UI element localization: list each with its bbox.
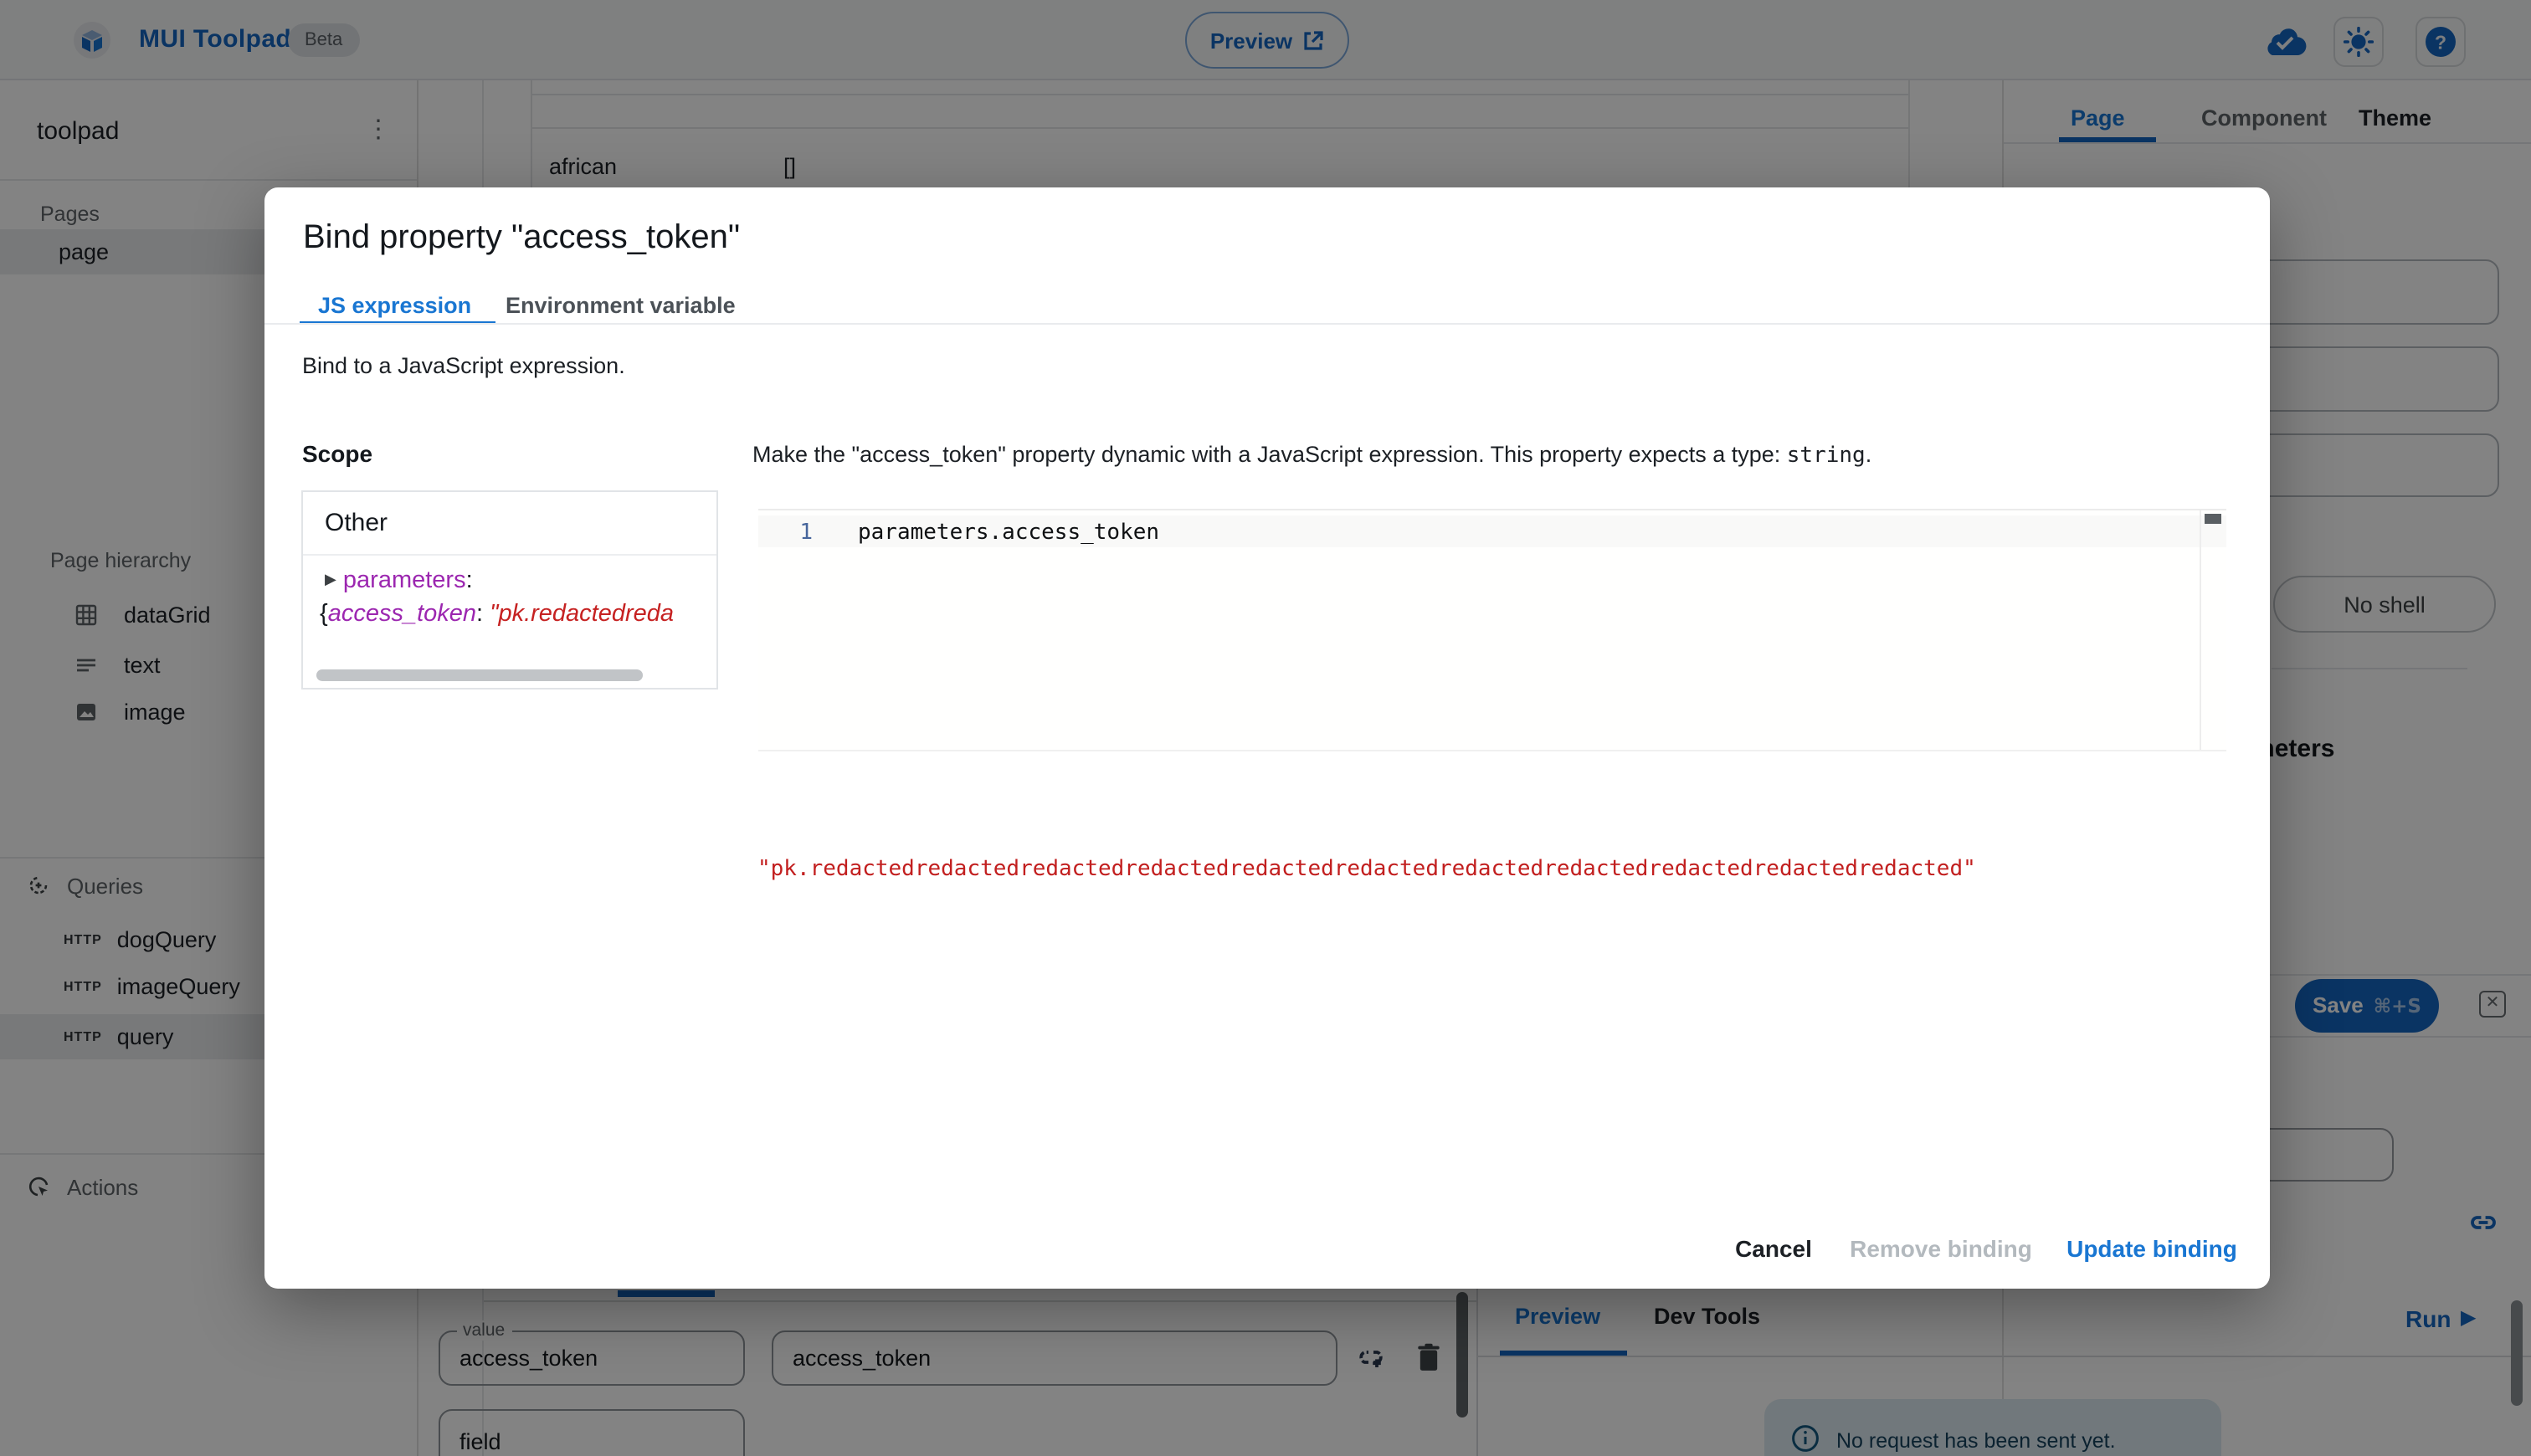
scope-key: parameters — [342, 567, 466, 593]
scope-colon: : — [465, 567, 473, 593]
tab-environment-variable-label: Environment variable — [506, 292, 736, 317]
dialog-title: Bind property "access_token" — [303, 219, 741, 256]
scope-other-label: Other — [325, 508, 388, 536]
editor-scrollbar-track — [2199, 510, 2200, 749]
js-expression-editor[interactable]: 1 parameters.access_token — [757, 509, 2226, 751]
toolpad-app: MUI Toolpad Beta Preview ? toolpad ⋮ Pag… — [0, 0, 2531, 1456]
remove-binding-button-label: Remove binding — [1850, 1235, 2032, 1262]
scope-divider — [303, 554, 716, 556]
instruction-period: . — [1865, 442, 1872, 467]
cancel-button-label: Cancel — [1735, 1235, 1812, 1262]
dialog-description: Bind to a JavaScript expression. — [302, 353, 625, 378]
dialog-instruction: Make the "access_token" property dynamic… — [752, 442, 1871, 469]
expand-arrow-icon: ▶ — [325, 570, 336, 587]
scope-colon: : — [476, 600, 484, 627]
bind-property-dialog: Bind property "access_token" JS expressi… — [264, 187, 2269, 1289]
instruction-text: Make the "access_token" property dynamic… — [752, 442, 1787, 467]
evaluation-result: "pk.redactedredactedredactedredactedreda… — [757, 857, 1976, 882]
editor-line-number: 1 — [799, 520, 813, 546]
scope-label: Scope — [302, 440, 373, 467]
scope-string-preview: "pk.redactedreda — [490, 600, 675, 627]
scope-tree-value: {access_token: "pk.redactedreda — [320, 600, 674, 627]
scope-explorer: Other ▶ parameters: {access_token: "pk.r… — [301, 490, 718, 689]
tab-js-expression[interactable]: JS expression — [318, 285, 471, 325]
cancel-button[interactable]: Cancel — [1727, 1232, 1820, 1265]
tab-environment-variable[interactable]: Environment variable — [506, 285, 736, 325]
update-binding-button[interactable]: Update binding — [2058, 1232, 2246, 1265]
scope-sub-key: access_token — [327, 600, 477, 627]
scope-scrollbar-thumb[interactable] — [316, 669, 642, 680]
editor-code[interactable]: parameters.access_token — [858, 520, 1159, 546]
remove-binding-button[interactable]: Remove binding — [1840, 1232, 2041, 1265]
scope-brace: { — [320, 600, 328, 627]
tab-js-expression-label: JS expression — [318, 292, 472, 317]
editor-minimap-marker — [2205, 514, 2221, 524]
update-binding-button-label: Update binding — [2066, 1235, 2237, 1262]
dialog-tabs-divider — [264, 323, 2269, 325]
instruction-type: string — [1786, 443, 1866, 469]
scope-tree-parameters[interactable]: ▶ parameters: — [325, 567, 473, 593]
